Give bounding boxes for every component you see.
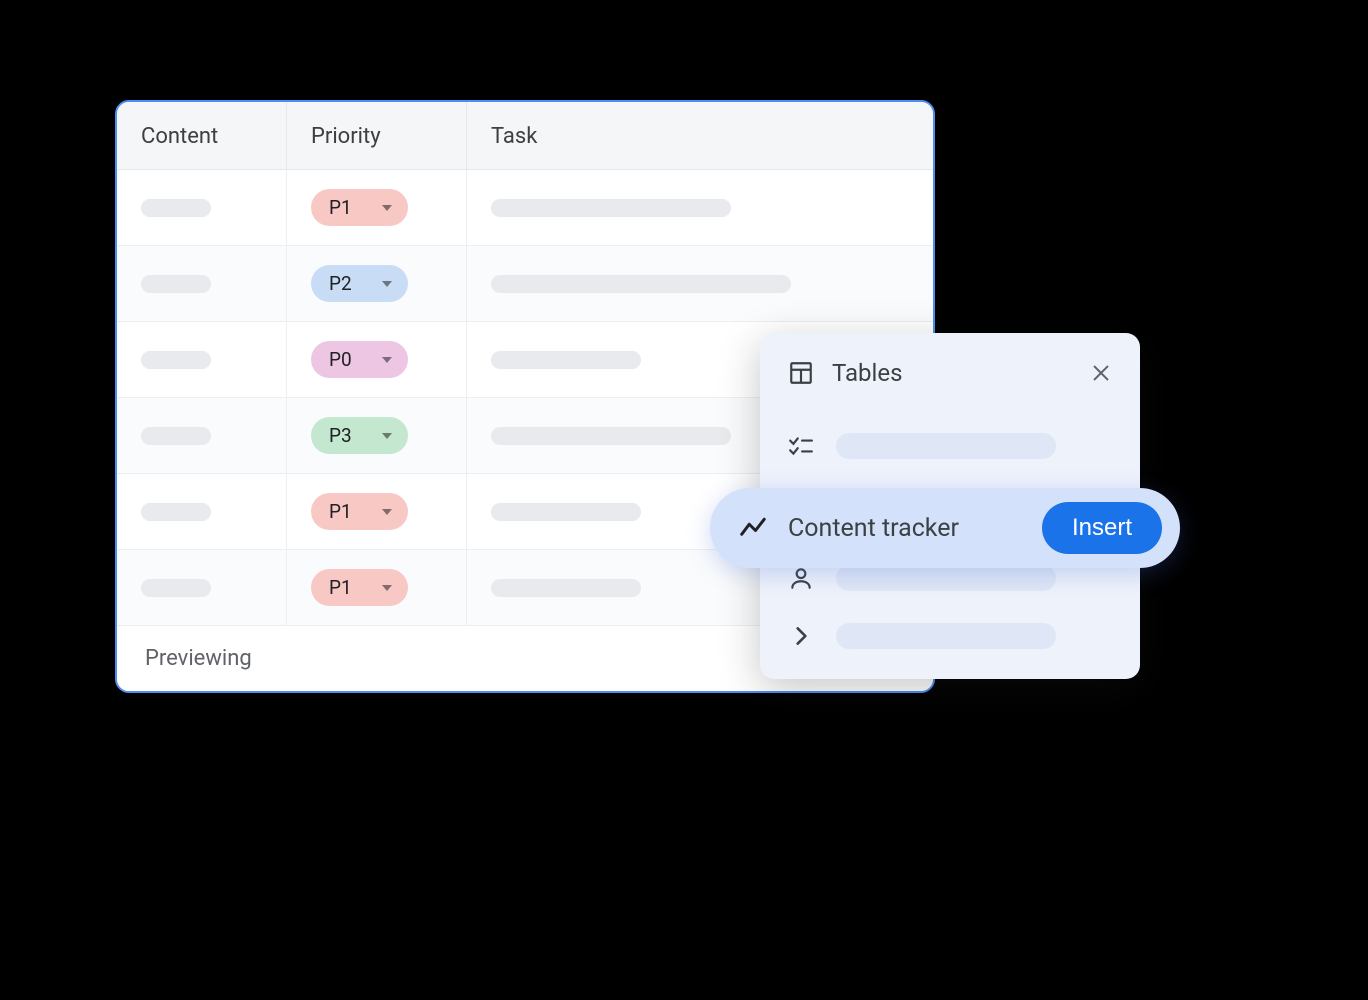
priority-label: P0 xyxy=(329,348,352,371)
priority-chip[interactable]: P2 xyxy=(311,265,408,302)
task-placeholder xyxy=(491,351,641,369)
trend-icon xyxy=(738,513,768,543)
close-icon[interactable] xyxy=(1090,362,1112,384)
task-placeholder xyxy=(491,503,641,521)
chevron-right-icon xyxy=(788,623,814,649)
panel-item[interactable] xyxy=(788,417,1112,475)
panel-item-content-tracker[interactable]: Content tracker Insert xyxy=(710,488,1180,568)
column-header-content: Content xyxy=(117,102,287,169)
priority-chip[interactable]: P1 xyxy=(311,493,408,530)
column-header-priority: Priority xyxy=(287,102,467,169)
content-placeholder xyxy=(141,427,211,445)
priority-chip[interactable]: P1 xyxy=(311,189,408,226)
panel-item-placeholder xyxy=(836,565,1056,591)
priority-chip[interactable]: P0 xyxy=(311,341,408,378)
panel-item-placeholder xyxy=(836,623,1056,649)
priority-label: P2 xyxy=(329,272,352,295)
task-placeholder xyxy=(491,199,731,217)
chevron-down-icon xyxy=(382,357,392,363)
column-header-task: Task xyxy=(467,102,933,169)
panel-item-placeholder xyxy=(836,433,1056,459)
content-placeholder xyxy=(141,503,211,521)
chevron-down-icon xyxy=(382,509,392,515)
priority-label: P1 xyxy=(329,196,352,219)
panel-item[interactable] xyxy=(788,607,1112,665)
panel-title: Tables xyxy=(832,359,1072,387)
content-placeholder xyxy=(141,579,211,597)
chevron-down-icon xyxy=(382,433,392,439)
priority-label: P3 xyxy=(329,424,352,447)
table-header-row: Content Priority Task xyxy=(117,102,933,170)
checklist-icon xyxy=(788,433,814,459)
chevron-down-icon xyxy=(382,281,392,287)
content-placeholder xyxy=(141,275,211,293)
priority-label: P1 xyxy=(329,500,352,523)
task-placeholder xyxy=(491,579,641,597)
chevron-down-icon xyxy=(382,205,392,211)
chevron-down-icon xyxy=(382,585,392,591)
task-placeholder xyxy=(491,427,731,445)
person-icon xyxy=(788,565,814,591)
table-icon xyxy=(788,360,814,386)
content-placeholder xyxy=(141,351,211,369)
priority-chip[interactable]: P1 xyxy=(311,569,408,606)
highlight-label: Content tracker xyxy=(788,514,1022,543)
insert-button[interactable]: Insert xyxy=(1042,502,1162,554)
content-placeholder xyxy=(141,199,211,217)
table-row: P1 xyxy=(117,170,933,246)
table-row: P2 xyxy=(117,246,933,322)
priority-chip[interactable]: P3 xyxy=(311,417,408,454)
priority-label: P1 xyxy=(329,576,352,599)
task-placeholder xyxy=(491,275,791,293)
